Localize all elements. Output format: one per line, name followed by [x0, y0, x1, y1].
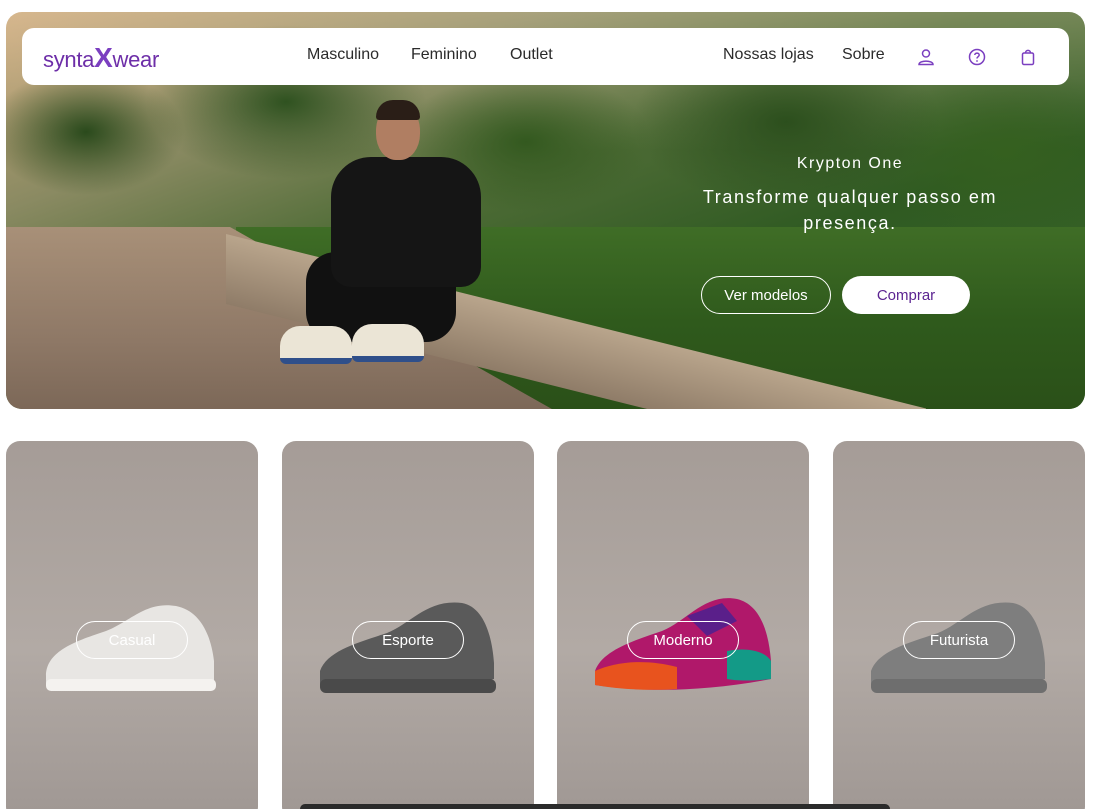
- hero-subtitle: Krypton One: [796, 155, 904, 172]
- logo-text-pre: synta: [43, 47, 95, 72]
- help-icon[interactable]: [967, 47, 987, 67]
- logo-text-post: wear: [112, 47, 159, 72]
- nav-link-nossas-lojas[interactable]: Nossas lojas: [723, 46, 814, 64]
- category-card-moderno[interactable]: Moderno: [557, 441, 809, 809]
- category-label[interactable]: Casual: [76, 621, 188, 659]
- hero-model-image: [276, 100, 496, 372]
- user-icon[interactable]: [916, 47, 936, 67]
- category-card-esporte[interactable]: Esporte: [282, 441, 534, 809]
- hero-title: Transforme qualquer passo em presença.: [702, 187, 998, 233]
- nav-link-masculino[interactable]: Masculino: [307, 46, 379, 64]
- bag-icon[interactable]: [1018, 47, 1038, 67]
- nav-link-sobre[interactable]: Sobre: [842, 46, 885, 64]
- category-label[interactable]: Esporte: [352, 621, 464, 659]
- category-card-futurista[interactable]: Futurista: [833, 441, 1085, 809]
- category-label[interactable]: Futurista: [903, 621, 1015, 659]
- nav-link-feminino[interactable]: Feminino: [411, 46, 477, 64]
- top-navbar: syntaXwear Masculino Feminino Outlet Nos…: [22, 28, 1069, 85]
- ver-modelos-button[interactable]: Ver modelos: [701, 276, 831, 314]
- brand-logo[interactable]: syntaXwear: [43, 42, 159, 74]
- nav-link-outlet[interactable]: Outlet: [510, 46, 553, 64]
- category-card-casual[interactable]: Casual: [6, 441, 258, 809]
- comprar-button[interactable]: Comprar: [842, 276, 970, 314]
- logo-x: X: [94, 42, 113, 73]
- bottom-panel-edge: [300, 804, 890, 809]
- category-label[interactable]: Moderno: [627, 621, 739, 659]
